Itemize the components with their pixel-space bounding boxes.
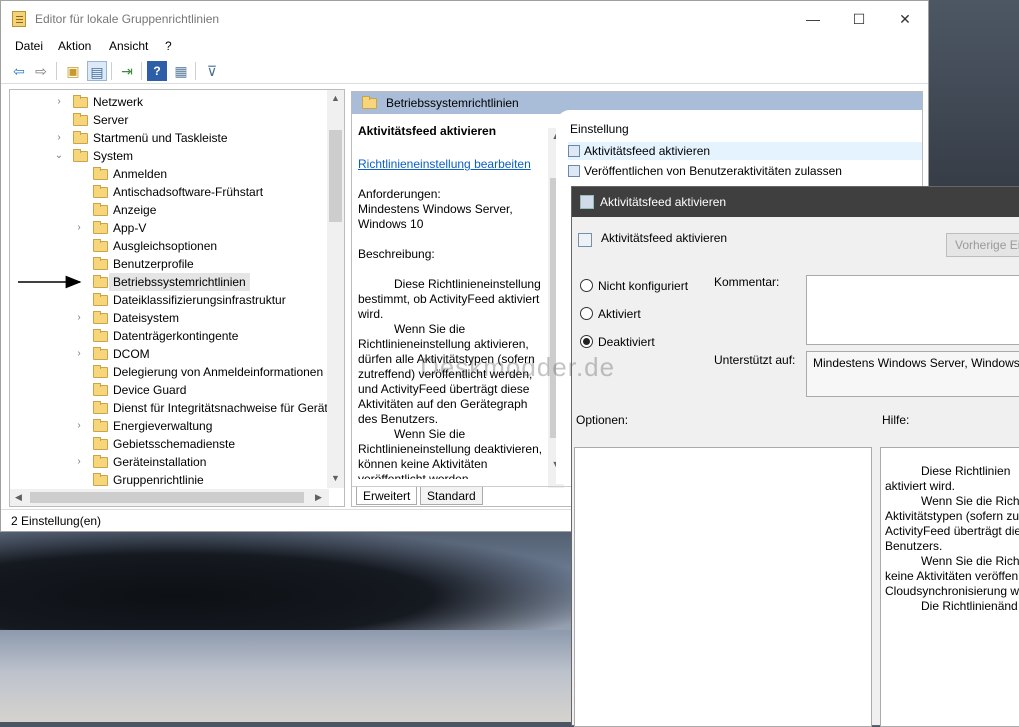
comment-input[interactable] <box>806 275 1019 345</box>
supported-on-field: Mindestens Windows Server, Windows <box>806 351 1019 397</box>
radio-button[interactable] <box>580 307 593 320</box>
dialog-subtitle: Aktivitätsfeed aktivieren <box>601 231 728 245</box>
policy-dialog: Aktivitätsfeed aktivieren Aktivitätsfeed… <box>571 186 1019 727</box>
help-label: Hilfe: <box>882 413 910 427</box>
previous-setting-button[interactable]: Vorherige Einstellung <box>946 233 1019 257</box>
radio-button-selected[interactable] <box>580 335 593 348</box>
dialog-title: Aktivitätsfeed aktivieren <box>600 195 727 209</box>
supported-on-label: Unterstützt auf: <box>714 353 796 367</box>
policy-setting-icon <box>580 195 594 209</box>
comment-label: Kommentar: <box>714 275 780 289</box>
policy-setting-icon <box>578 233 592 247</box>
dialog-title-bar[interactable]: Aktivitätsfeed aktivieren <box>572 187 1019 217</box>
help-panel: Diese Richtlinien aktiviert wird. Wenn S… <box>880 447 1019 727</box>
radio-button[interactable] <box>580 279 593 292</box>
watermark: Deskmodder.de <box>420 352 616 382</box>
options-panel <box>574 447 872 727</box>
options-label: Optionen: <box>576 413 629 427</box>
